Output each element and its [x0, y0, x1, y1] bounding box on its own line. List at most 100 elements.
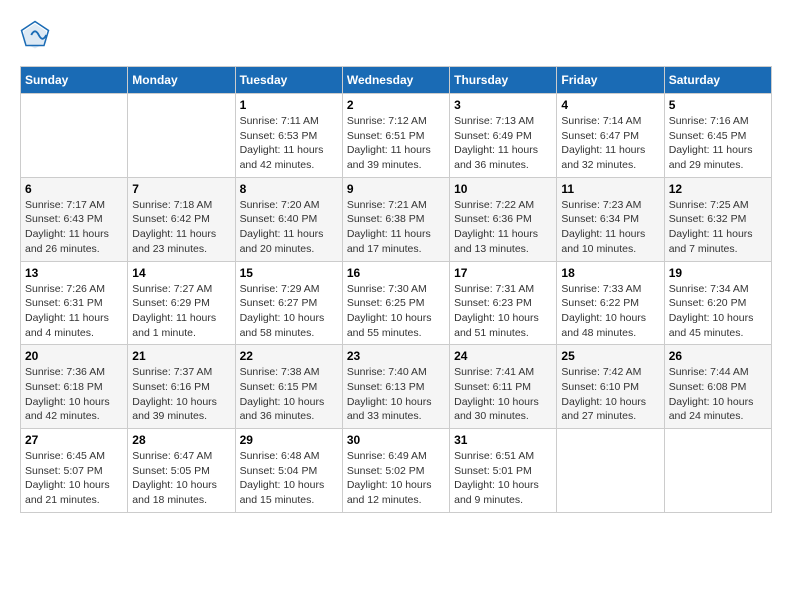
- calendar-cell: 13 Sunrise: 7:26 AM Sunset: 6:31 PM Dayli…: [21, 261, 128, 345]
- calendar-cell: 30 Sunrise: 6:49 AM Sunset: 5:02 PM Dayli…: [342, 429, 449, 513]
- page-header: [20, 20, 772, 50]
- calendar-cell: 3 Sunrise: 7:13 AM Sunset: 6:49 PM Daylig…: [450, 94, 557, 178]
- day-number: 18: [561, 266, 659, 280]
- day-info: Sunrise: 7:40 AM Sunset: 6:13 PM Dayligh…: [347, 365, 445, 424]
- day-info: Sunrise: 7:21 AM Sunset: 6:38 PM Dayligh…: [347, 198, 445, 257]
- day-number: 13: [25, 266, 123, 280]
- calendar-week-row: 20Sunrise: 7:36 AM Sunset: 6:18 PM Dayli…: [21, 345, 772, 429]
- day-info: Sunrise: 7:27 AM Sunset: 6:29 PM Dayligh…: [132, 282, 230, 341]
- calendar-table: SundayMondayTuesdayWednesdayThursdayFrid…: [20, 66, 772, 513]
- calendar-header-sunday: Sunday: [21, 67, 128, 94]
- day-info: Sunrise: 7:17 AM Sunset: 6:43 PM Dayligh…: [25, 198, 123, 257]
- calendar-header-thursday: Thursday: [450, 67, 557, 94]
- day-number: 29: [240, 433, 338, 447]
- calendar-header-row: SundayMondayTuesdayWednesdayThursdayFrid…: [21, 67, 772, 94]
- calendar-cell: 26 Sunrise: 7:44 AM Sunset: 6:08 PM Dayli…: [664, 345, 771, 429]
- day-info: Sunrise: 7:26 AM Sunset: 6:31 PM Dayligh…: [25, 282, 123, 341]
- day-number: 7: [132, 182, 230, 196]
- calendar-header-wednesday: Wednesday: [342, 67, 449, 94]
- calendar-cell: 10 Sunrise: 7:22 AM Sunset: 6:36 PM Dayli…: [450, 177, 557, 261]
- day-number: 15: [240, 266, 338, 280]
- day-number: 20: [25, 349, 123, 363]
- day-number: 10: [454, 182, 552, 196]
- day-number: 24: [454, 349, 552, 363]
- day-number: 4: [561, 98, 659, 112]
- calendar-cell: 16Sunrise: 7:30 AM Sunset: 6:25 PM Dayli…: [342, 261, 449, 345]
- day-number: 1: [240, 98, 338, 112]
- calendar-header-monday: Monday: [128, 67, 235, 94]
- calendar-cell: 14 Sunrise: 7:27 AM Sunset: 6:29 PM Dayli…: [128, 261, 235, 345]
- day-info: Sunrise: 7:20 AM Sunset: 6:40 PM Dayligh…: [240, 198, 338, 257]
- calendar-cell: 22Sunrise: 7:38 AM Sunset: 6:15 PM Dayli…: [235, 345, 342, 429]
- calendar-cell: 9 Sunrise: 7:21 AM Sunset: 6:38 PM Daylig…: [342, 177, 449, 261]
- calendar-cell: 18 Sunrise: 7:33 AM Sunset: 6:22 PM Dayli…: [557, 261, 664, 345]
- calendar-cell: 19 Sunrise: 7:34 AM Sunset: 6:20 PM Dayli…: [664, 261, 771, 345]
- day-number: 9: [347, 182, 445, 196]
- logo: [20, 20, 54, 50]
- calendar-cell: 12 Sunrise: 7:25 AM Sunset: 6:32 PM Dayli…: [664, 177, 771, 261]
- calendar-header-saturday: Saturday: [664, 67, 771, 94]
- calendar-cell: 1 Sunrise: 7:11 AM Sunset: 6:53 PM Daylig…: [235, 94, 342, 178]
- day-info: Sunrise: 7:14 AM Sunset: 6:47 PM Dayligh…: [561, 114, 659, 173]
- calendar-cell: 24 Sunrise: 7:41 AM Sunset: 6:11 PM Dayli…: [450, 345, 557, 429]
- day-number: 25: [561, 349, 659, 363]
- day-info: Sunrise: 6:51 AM Sunset: 5:01 PM Dayligh…: [454, 449, 552, 508]
- day-info: Sunrise: 7:41 AM Sunset: 6:11 PM Dayligh…: [454, 365, 552, 424]
- day-info: Sunrise: 7:16 AM Sunset: 6:45 PM Dayligh…: [669, 114, 767, 173]
- calendar-cell: [21, 94, 128, 178]
- day-number: 31: [454, 433, 552, 447]
- day-info: Sunrise: 7:11 AM Sunset: 6:53 PM Dayligh…: [240, 114, 338, 173]
- day-number: 2: [347, 98, 445, 112]
- day-info: Sunrise: 6:48 AM Sunset: 5:04 PM Dayligh…: [240, 449, 338, 508]
- calendar-cell: [128, 94, 235, 178]
- day-number: 17: [454, 266, 552, 280]
- day-number: 5: [669, 98, 767, 112]
- day-info: Sunrise: 7:22 AM Sunset: 6:36 PM Dayligh…: [454, 198, 552, 257]
- calendar-cell: 7Sunrise: 7:18 AM Sunset: 6:42 PM Daylig…: [128, 177, 235, 261]
- calendar-week-row: 1 Sunrise: 7:11 AM Sunset: 6:53 PM Daylig…: [21, 94, 772, 178]
- calendar-cell: 27 Sunrise: 6:45 AM Sunset: 5:07 PM Dayli…: [21, 429, 128, 513]
- day-number: 16: [347, 266, 445, 280]
- day-info: Sunrise: 7:38 AM Sunset: 6:15 PM Dayligh…: [240, 365, 338, 424]
- calendar-cell: 31 Sunrise: 6:51 AM Sunset: 5:01 PM Dayli…: [450, 429, 557, 513]
- calendar-cell: 6 Sunrise: 7:17 AM Sunset: 6:43 PM Daylig…: [21, 177, 128, 261]
- day-number: 21: [132, 349, 230, 363]
- day-number: 12: [669, 182, 767, 196]
- day-info: Sunrise: 7:33 AM Sunset: 6:22 PM Dayligh…: [561, 282, 659, 341]
- day-number: 30: [347, 433, 445, 447]
- day-number: 27: [25, 433, 123, 447]
- calendar-cell: 23 Sunrise: 7:40 AM Sunset: 6:13 PM Dayli…: [342, 345, 449, 429]
- calendar-cell: 28Sunrise: 6:47 AM Sunset: 5:05 PM Dayli…: [128, 429, 235, 513]
- calendar-cell: [557, 429, 664, 513]
- calendar-cell: 11Sunrise: 7:23 AM Sunset: 6:34 PM Dayli…: [557, 177, 664, 261]
- calendar-cell: 4 Sunrise: 7:14 AM Sunset: 6:47 PM Daylig…: [557, 94, 664, 178]
- day-info: Sunrise: 7:13 AM Sunset: 6:49 PM Dayligh…: [454, 114, 552, 173]
- calendar-cell: [664, 429, 771, 513]
- day-info: Sunrise: 7:12 AM Sunset: 6:51 PM Dayligh…: [347, 114, 445, 173]
- day-info: Sunrise: 7:42 AM Sunset: 6:10 PM Dayligh…: [561, 365, 659, 424]
- calendar-cell: 20Sunrise: 7:36 AM Sunset: 6:18 PM Dayli…: [21, 345, 128, 429]
- day-info: Sunrise: 7:44 AM Sunset: 6:08 PM Dayligh…: [669, 365, 767, 424]
- day-number: 3: [454, 98, 552, 112]
- calendar-week-row: 6 Sunrise: 7:17 AM Sunset: 6:43 PM Daylig…: [21, 177, 772, 261]
- day-number: 6: [25, 182, 123, 196]
- calendar-cell: 8 Sunrise: 7:20 AM Sunset: 6:40 PM Daylig…: [235, 177, 342, 261]
- day-info: Sunrise: 7:31 AM Sunset: 6:23 PM Dayligh…: [454, 282, 552, 341]
- calendar-cell: 17 Sunrise: 7:31 AM Sunset: 6:23 PM Dayli…: [450, 261, 557, 345]
- calendar-cell: 29 Sunrise: 6:48 AM Sunset: 5:04 PM Dayli…: [235, 429, 342, 513]
- day-info: Sunrise: 6:49 AM Sunset: 5:02 PM Dayligh…: [347, 449, 445, 508]
- day-info: Sunrise: 6:47 AM Sunset: 5:05 PM Dayligh…: [132, 449, 230, 508]
- calendar-header-tuesday: Tuesday: [235, 67, 342, 94]
- day-number: 26: [669, 349, 767, 363]
- day-number: 8: [240, 182, 338, 196]
- calendar-cell: 2 Sunrise: 7:12 AM Sunset: 6:51 PM Daylig…: [342, 94, 449, 178]
- day-info: Sunrise: 7:25 AM Sunset: 6:32 PM Dayligh…: [669, 198, 767, 257]
- day-number: 19: [669, 266, 767, 280]
- calendar-cell: 21 Sunrise: 7:37 AM Sunset: 6:16 PM Dayli…: [128, 345, 235, 429]
- calendar-cell: 5 Sunrise: 7:16 AM Sunset: 6:45 PM Daylig…: [664, 94, 771, 178]
- day-number: 14: [132, 266, 230, 280]
- day-info: Sunrise: 7:34 AM Sunset: 6:20 PM Dayligh…: [669, 282, 767, 341]
- day-number: 23: [347, 349, 445, 363]
- day-info: Sunrise: 7:37 AM Sunset: 6:16 PM Dayligh…: [132, 365, 230, 424]
- day-info: Sunrise: 6:45 AM Sunset: 5:07 PM Dayligh…: [25, 449, 123, 508]
